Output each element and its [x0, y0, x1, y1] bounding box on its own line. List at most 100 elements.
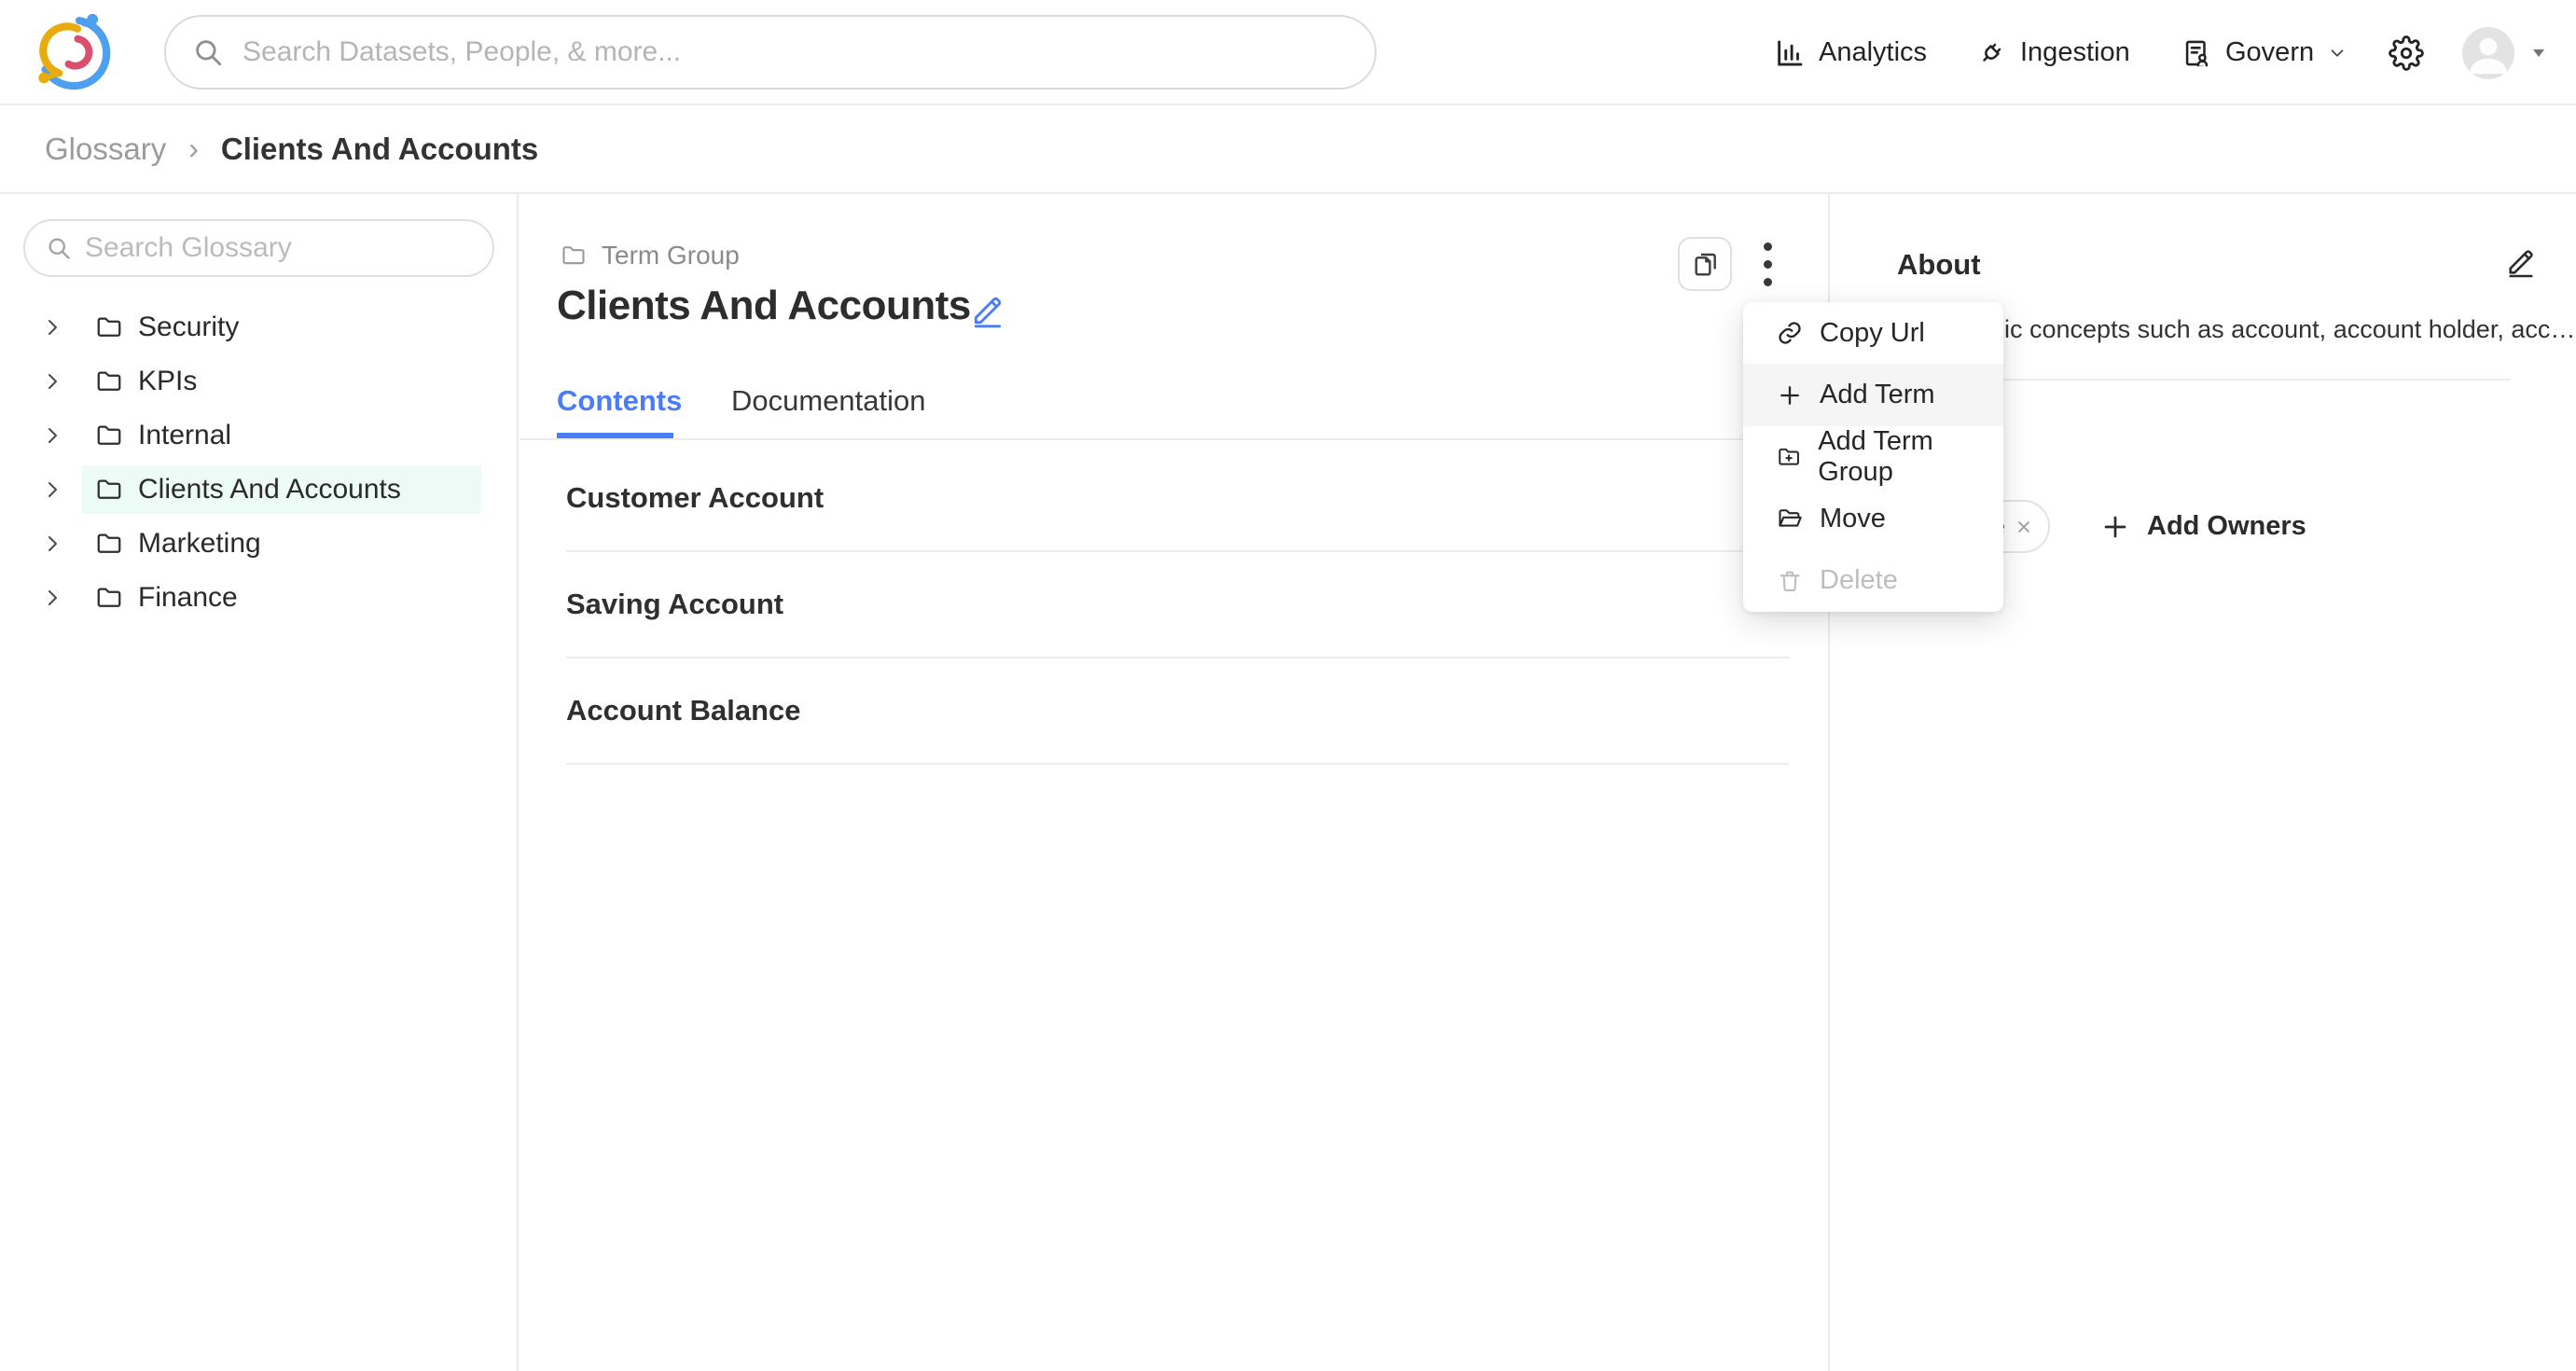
chevron-right-icon[interactable] — [41, 424, 63, 447]
tab-contents[interactable]: Contents — [557, 381, 682, 422]
pencil-icon — [2505, 246, 2537, 278]
page-title: Clients And Accounts — [557, 283, 971, 329]
more-options-button[interactable] — [1749, 237, 1786, 291]
folder-icon — [95, 530, 123, 558]
sidebar-item-marketing[interactable]: Marketing — [82, 519, 481, 568]
menu-item-add-term-group[interactable]: Add Term Group — [1743, 426, 2003, 488]
glossary-search-placeholder: Search Glossary — [85, 232, 292, 264]
folder-icon — [561, 242, 587, 269]
ellipsis-vertical-icon — [1764, 242, 1772, 251]
nav-ingestion-label: Ingestion — [2020, 37, 2130, 68]
datahub-logo-icon[interactable] — [34, 12, 114, 92]
breadcrumb: Glossary › Clients And Accounts — [0, 105, 2576, 194]
menu-item-copy-url[interactable]: Copy Url — [1743, 302, 2003, 364]
avatar — [2462, 27, 2514, 79]
sidebar-item-security[interactable]: Security — [82, 303, 481, 352]
plus-icon — [2100, 512, 2130, 542]
tree-item-label: Security — [138, 312, 239, 343]
link-icon — [1777, 320, 1803, 346]
bar-chart-icon — [1774, 37, 1806, 69]
chevron-right-icon[interactable] — [41, 478, 63, 501]
menu-item-move[interactable]: Move — [1743, 488, 2003, 549]
plus-icon — [1777, 382, 1803, 409]
nav-ingestion[interactable]: Ingestion — [1975, 0, 2130, 105]
term-list: Customer Account Saving Account Account … — [566, 446, 1789, 765]
list-item-customer-account[interactable]: Customer Account — [566, 446, 1789, 552]
sidebar-item-clients-and-accounts[interactable]: Clients And Accounts — [82, 465, 481, 514]
entity-type-label: Term Group — [602, 241, 740, 270]
menu-item-label: Add Term Group — [1818, 426, 2003, 488]
sidebar-item-kpis[interactable]: KPIs — [82, 357, 481, 406]
global-search-placeholder: Search Datasets, People, & more... — [242, 36, 681, 68]
menu-item-delete[interactable]: Delete — [1743, 550, 2003, 612]
breadcrumb-separator: › — [188, 132, 199, 166]
app-root: Search Datasets, People, & more... Analy… — [0, 0, 2576, 1371]
search-icon — [46, 235, 72, 261]
folder-icon — [95, 367, 123, 395]
chevron-down-icon — [2327, 43, 2347, 63]
sidebar-item-finance[interactable]: Finance — [82, 574, 481, 622]
copy-button[interactable] — [1678, 237, 1732, 291]
close-icon[interactable] — [2015, 518, 2033, 536]
list-item-saving-account[interactable]: Saving Account — [566, 552, 1789, 658]
folder-open-icon — [1777, 505, 1803, 532]
nav-analytics[interactable]: Analytics — [1774, 0, 1927, 105]
plug-icon — [1975, 37, 2007, 69]
breadcrumb-glossary[interactable]: Glossary — [45, 132, 166, 167]
tab-documentation[interactable]: Documentation — [731, 381, 926, 422]
folder-plus-icon — [1777, 444, 1801, 470]
menu-item-label: Add Term — [1820, 380, 1935, 410]
menu-item-label: Copy Url — [1820, 318, 1925, 349]
nav-govern-label: Govern — [2225, 37, 2314, 68]
glossary-tree: Security KPIs Internal — [0, 300, 519, 625]
trash-icon — [1777, 568, 1803, 594]
folder-icon — [95, 422, 123, 450]
term-name: Customer Account — [566, 481, 824, 515]
nav-analytics-label: Analytics — [1819, 37, 1927, 68]
chevron-right-icon[interactable] — [41, 370, 63, 393]
copy-icon — [1690, 249, 1720, 279]
tab-bar-divider — [520, 438, 1828, 440]
tree-item-label: Marketing — [138, 528, 261, 560]
chevron-right-icon[interactable] — [41, 587, 63, 609]
tab-label: Contents — [557, 384, 682, 418]
top-nav: Search Datasets, People, & more... Analy… — [0, 0, 2576, 105]
chevron-right-icon[interactable] — [41, 533, 63, 555]
chevron-right-icon[interactable] — [41, 316, 63, 339]
breadcrumb-current: Clients And Accounts — [221, 132, 538, 167]
menu-item-label: Move — [1820, 504, 1886, 534]
list-item-account-balance[interactable]: Account Balance — [566, 658, 1789, 765]
glossary-search-input[interactable]: Search Glossary — [23, 219, 494, 277]
menu-item-label: Delete — [1820, 565, 1898, 596]
gear-icon — [2389, 35, 2424, 71]
folder-icon — [95, 584, 123, 612]
add-owners-button[interactable]: Add Owners — [2100, 500, 2306, 553]
edit-description-button[interactable] — [2505, 246, 2537, 278]
tree-item-label: Clients And Accounts — [138, 474, 401, 505]
folder-icon — [95, 313, 123, 341]
glossary-sidebar: Search Glossary Security KPIs — [0, 194, 519, 1371]
pencil-icon — [970, 293, 1005, 328]
audit-icon — [2181, 37, 2212, 69]
search-icon — [192, 36, 224, 68]
tree-item-kpis: KPIs — [0, 354, 519, 409]
term-name: Account Balance — [566, 694, 801, 727]
add-owners-label: Add Owners — [2147, 511, 2306, 542]
nav-govern[interactable]: Govern — [2181, 0, 2347, 105]
sidebar-item-internal[interactable]: Internal — [82, 411, 481, 460]
tree-item-internal: Internal — [0, 409, 519, 463]
tree-item-clients-and-accounts: Clients And Accounts — [0, 463, 519, 517]
tree-item-marketing: Marketing — [0, 517, 519, 571]
term-name: Saving Account — [566, 588, 783, 621]
menu-item-add-term[interactable]: Add Term — [1743, 364, 2003, 425]
edit-title-button[interactable] — [970, 293, 1005, 328]
settings-button[interactable] — [2380, 0, 2432, 105]
person-silhouette-icon — [2462, 27, 2514, 79]
tree-item-label: KPIs — [138, 366, 197, 397]
entity-type: Term Group — [561, 241, 740, 270]
tree-item-security: Security — [0, 300, 519, 354]
global-search-input[interactable]: Search Datasets, People, & more... — [164, 15, 1377, 90]
about-description: ic concepts such as account, account hol… — [2004, 315, 2575, 344]
user-menu[interactable] — [2462, 0, 2548, 105]
caret-down-icon — [2529, 44, 2548, 62]
